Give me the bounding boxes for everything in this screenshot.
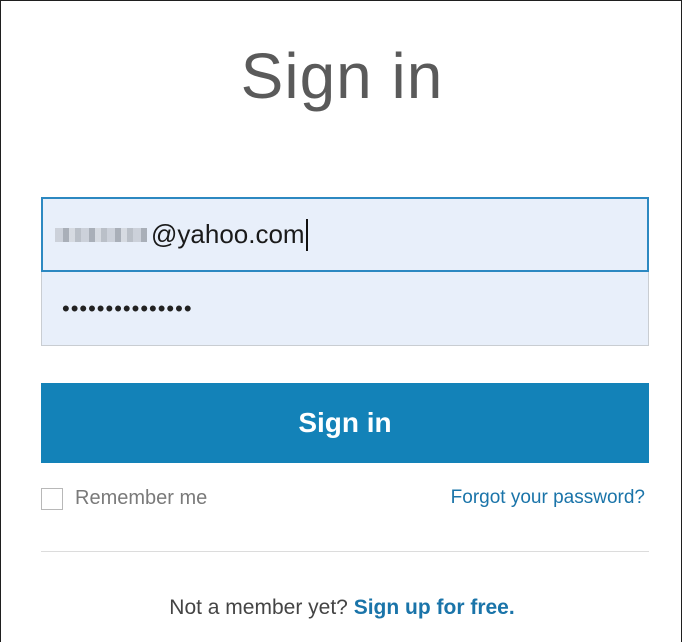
page-title: Sign in — [240, 40, 444, 112]
redacted-username — [55, 227, 147, 242]
sign-up-link[interactable]: Sign up for free. — [354, 596, 515, 619]
sign-in-button[interactable]: Sign in — [41, 383, 649, 463]
forgot-password-link[interactable]: Forgot your password? — [451, 487, 645, 509]
email-field[interactable]: @yahoo.com — [41, 197, 649, 272]
remember-me-checkbox[interactable] — [41, 487, 63, 510]
remember-me-label: Remember me — [75, 487, 208, 509]
text-cursor — [305, 218, 308, 251]
remember-me-row[interactable]: Remember me — [41, 487, 207, 510]
password-field[interactable]: ••••••••••••••• — [41, 272, 649, 346]
email-value: @yahoo.com — [151, 219, 305, 249]
divider — [41, 551, 649, 552]
signup-prompt: Not a member yet? — [169, 596, 354, 619]
sign-in-panel: Sign in @yahoo.com ••••••••••••••• Sign … — [0, 0, 682, 642]
signup-row: Not a member yet? Sign up for free. — [1, 596, 683, 620]
